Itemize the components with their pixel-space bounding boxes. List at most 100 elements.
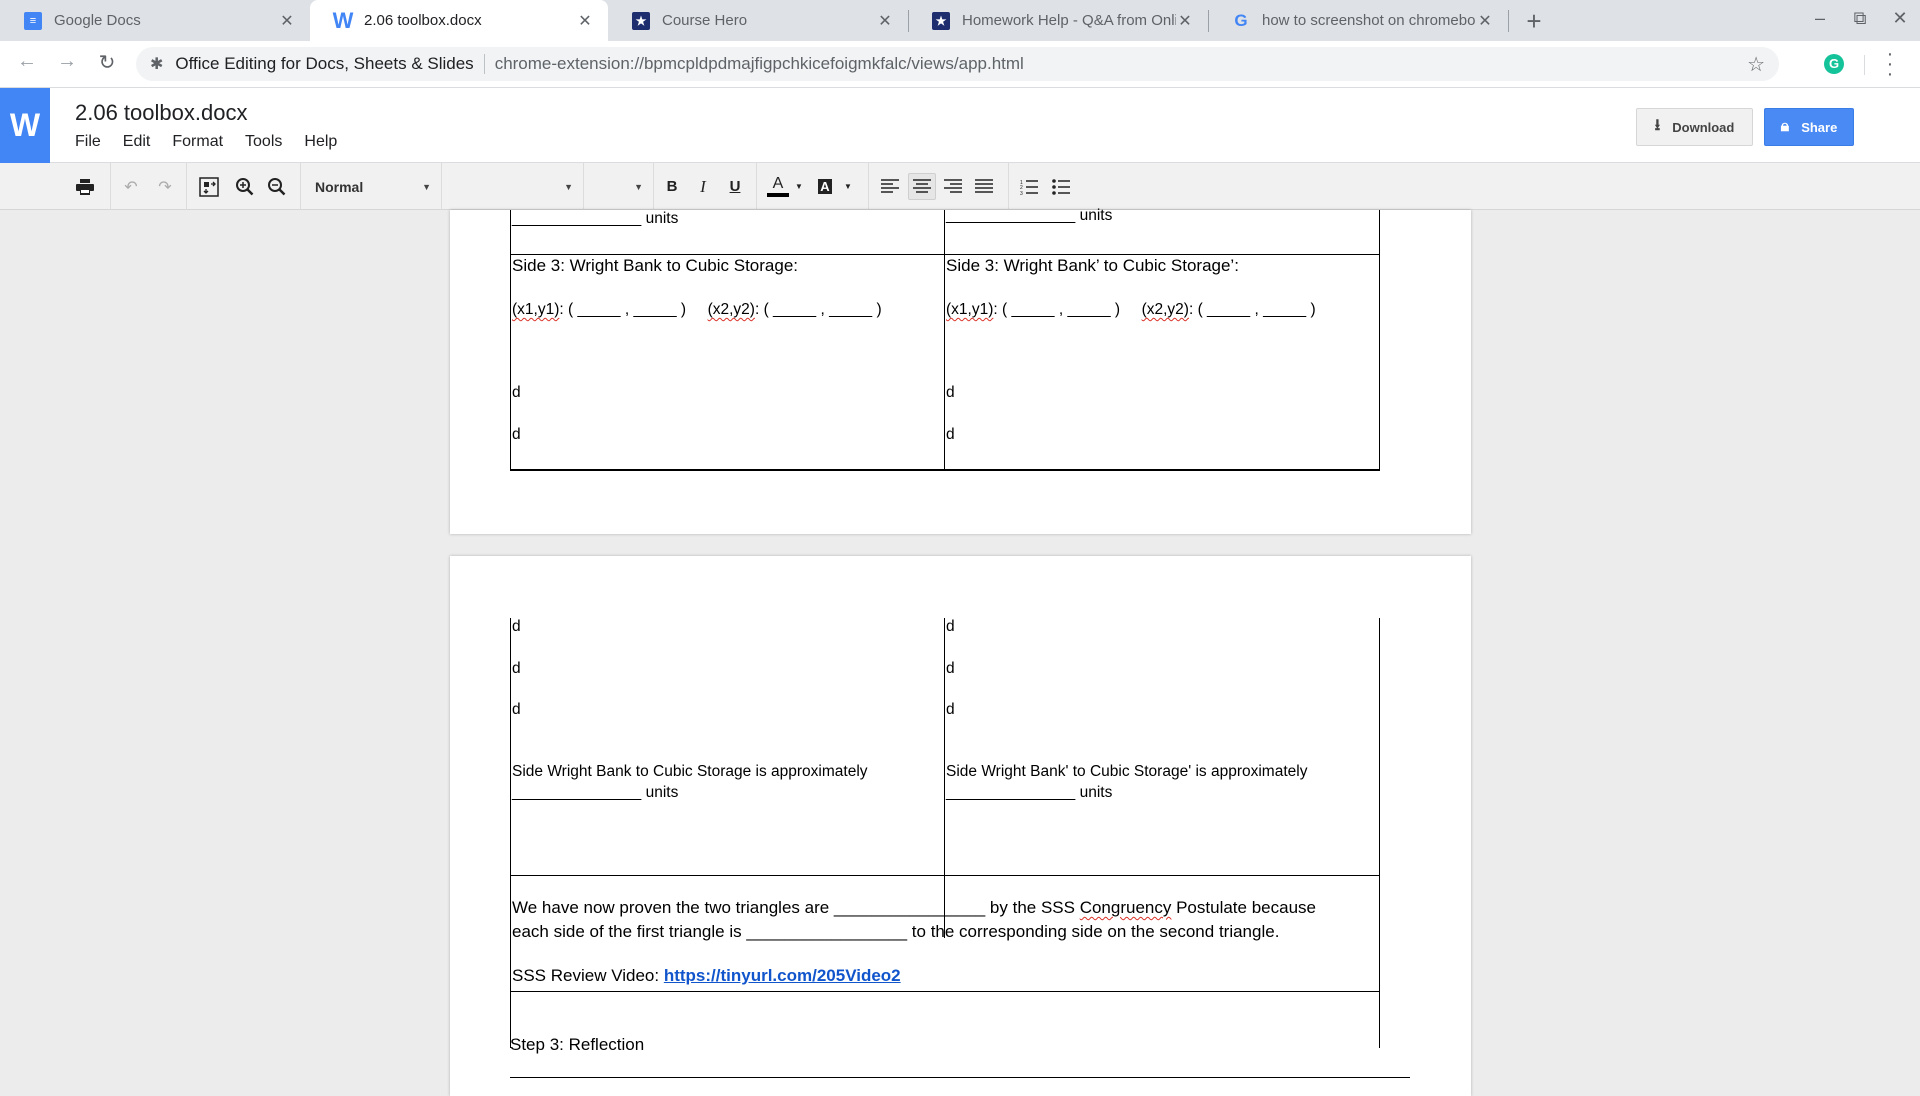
close-tab-icon[interactable]: ✕ [278, 11, 296, 31]
left-coordinates[interactable]: (x1,y1): ( _____ , _____ ) (x2,y2): ( __… [512, 301, 882, 319]
table-border [510, 618, 511, 1048]
right-d-line: d [946, 384, 955, 401]
right-d-line: d [946, 660, 955, 677]
menu-edit[interactable]: Edit [123, 133, 151, 151]
right-result-units[interactable]: _______________ units [946, 784, 1112, 802]
table-border [510, 469, 1380, 471]
left-d-line: d [512, 384, 521, 401]
chevron-down-icon: ▼ [564, 181, 573, 192]
zoom-out-icon[interactable] [264, 173, 290, 200]
page-2: d d d d d d Side Wright Bank to Cubic St… [450, 556, 1471, 1096]
menu-tools[interactable]: Tools [245, 133, 282, 151]
download-button[interactable]: ⭳ Download [1636, 108, 1753, 146]
tab-google-docs[interactable]: ≡ Google Docs ✕ [0, 0, 310, 41]
font-color-dropdown-icon[interactable]: ▼ [793, 173, 805, 200]
fit-page-icon[interactable] [196, 173, 222, 200]
menu-format[interactable]: Format [172, 133, 223, 151]
course-hero-icon: ★ [932, 11, 950, 30]
puzzle-piece-icon: ✱ [150, 56, 164, 73]
close-tab-icon[interactable]: ✕ [1476, 11, 1494, 31]
left-d-line: d [512, 701, 521, 718]
word-logo: W [0, 88, 50, 163]
google-docs-icon: ≡ [24, 11, 42, 30]
left-result-units[interactable]: _______________ units [512, 784, 678, 802]
document-title[interactable]: 2.06 toolbox.docx [75, 100, 247, 126]
highlight-color-button[interactable]: A [814, 173, 836, 200]
restore-button[interactable]: ⧉ [1847, 8, 1873, 29]
bold-button[interactable]: B [659, 173, 685, 200]
formatting-toolbar: ↶ ↷ Normal ▼ ▼ ▼ B I U A ▼ A ▼ 1 2 3 [0, 163, 1920, 210]
close-window-button[interactable]: ✕ [1887, 8, 1913, 29]
tab-strip: ≡ Google Docs ✕ W 2.06 toolbox.docx ✕ ★ … [0, 0, 1920, 41]
menu-file[interactable]: File [75, 133, 101, 151]
align-left-button[interactable] [877, 173, 903, 200]
print-icon[interactable] [72, 173, 98, 200]
font-color-swatch [767, 193, 789, 197]
toolbar-separator [300, 163, 301, 210]
right-coordinates[interactable]: (x1,y1): ( _____ , _____ ) (x2,y2): ( __… [946, 301, 1316, 319]
reload-button[interactable]: ↻ [92, 50, 122, 75]
toolbar-separator [868, 163, 869, 210]
toolbar-separator [186, 163, 187, 210]
course-hero-icon: ★ [632, 11, 650, 30]
word-icon: W [332, 7, 354, 33]
menu-help[interactable]: Help [304, 133, 337, 151]
close-tab-icon[interactable]: ✕ [1176, 11, 1194, 31]
address-bar[interactable]: ✱ Office Editing for Docs, Sheets & Slid… [136, 47, 1779, 81]
new-tab-button[interactable]: + [1520, 6, 1548, 37]
url-text: chrome-extension://bpmcpldpdmajfigpchkic… [494, 54, 1024, 73]
minimize-button[interactable]: – [1807, 8, 1833, 29]
italic-button[interactable]: I [690, 173, 716, 200]
align-center-button[interactable] [908, 173, 936, 200]
toolbar-separator [756, 163, 757, 210]
chrome-menu-icon[interactable]: · · · [1884, 44, 1896, 84]
font-size-dropdown[interactable]: ▼ [583, 173, 653, 200]
font-family-dropdown[interactable]: ▼ [441, 173, 583, 200]
table-border [510, 210, 511, 470]
align-right-button[interactable] [940, 173, 966, 200]
tab-separator [1508, 10, 1509, 32]
conclusion-line-1: We have now proven the two triangles are… [512, 898, 1316, 917]
review-video-link[interactable]: https://tinyurl.com/205Video2 [664, 966, 901, 985]
justify-button[interactable] [971, 173, 997, 200]
forward-button[interactable]: → [52, 50, 82, 73]
right-units-blank[interactable]: _______________ units [946, 207, 1112, 225]
chevron-down-icon: ▼ [634, 181, 643, 192]
download-icon: ⭳ [1654, 116, 1661, 134]
tab-google-search[interactable]: G how to screenshot on chromebo ✕ [1208, 0, 1508, 41]
tab-course-hero[interactable]: ★ Course Hero ✕ [608, 0, 908, 41]
table-border [510, 875, 1380, 876]
bulleted-list-button[interactable] [1048, 173, 1074, 200]
bookmark-star-icon[interactable]: ☆ [1747, 52, 1765, 77]
table-border [510, 991, 1380, 992]
numbered-list-button[interactable]: 123 [1016, 173, 1042, 200]
table-border [944, 210, 945, 470]
grammarly-extension-icon[interactable]: G [1824, 54, 1844, 74]
close-tab-icon[interactable]: ✕ [876, 11, 894, 31]
redo-icon[interactable]: ↷ [152, 173, 178, 200]
tab-toolbox-docx[interactable]: W 2.06 toolbox.docx ✕ [310, 0, 608, 41]
table-border [510, 254, 1380, 255]
paragraph-style-dropdown[interactable]: Normal ▼ [315, 173, 441, 200]
underline-button[interactable]: U [722, 173, 748, 200]
extension-name: Office Editing for Docs, Sheets & Slides [175, 54, 474, 73]
review-video-line: SSS Review Video: https://tinyurl.com/20… [512, 966, 901, 985]
toolbar-separator [110, 163, 111, 210]
close-tab-icon[interactable]: ✕ [576, 11, 594, 31]
back-button[interactable]: ← [12, 50, 42, 73]
left-units-blank[interactable]: _______________ units [512, 210, 678, 228]
zoom-in-icon[interactable] [232, 173, 258, 200]
step3-heading: Step 3: Reflection [510, 1035, 645, 1054]
highlight-dropdown-icon[interactable]: ▼ [842, 173, 854, 200]
left-d-line: d [512, 660, 521, 677]
share-button[interactable]: 🔒︎ Share [1764, 108, 1854, 146]
undo-icon[interactable]: ↶ [118, 173, 144, 200]
right-d-line: d [946, 701, 955, 718]
font-color-button[interactable]: A [764, 173, 792, 200]
page-1: _______________ units _______________ un… [450, 207, 1471, 534]
address-bar-row: ← → ↻ ✱ Office Editing for Docs, Sheets … [0, 41, 1920, 88]
right-side3-heading: Side 3: Wright Bank’ to Cubic Storage’: [946, 256, 1239, 275]
svg-text:3: 3 [1020, 191, 1023, 195]
app-header: W 2.06 toolbox.docx File Edit Format Too… [0, 88, 1920, 163]
tab-homework-help[interactable]: ★ Homework Help - Q&A from Onlin ✕ [908, 0, 1208, 41]
